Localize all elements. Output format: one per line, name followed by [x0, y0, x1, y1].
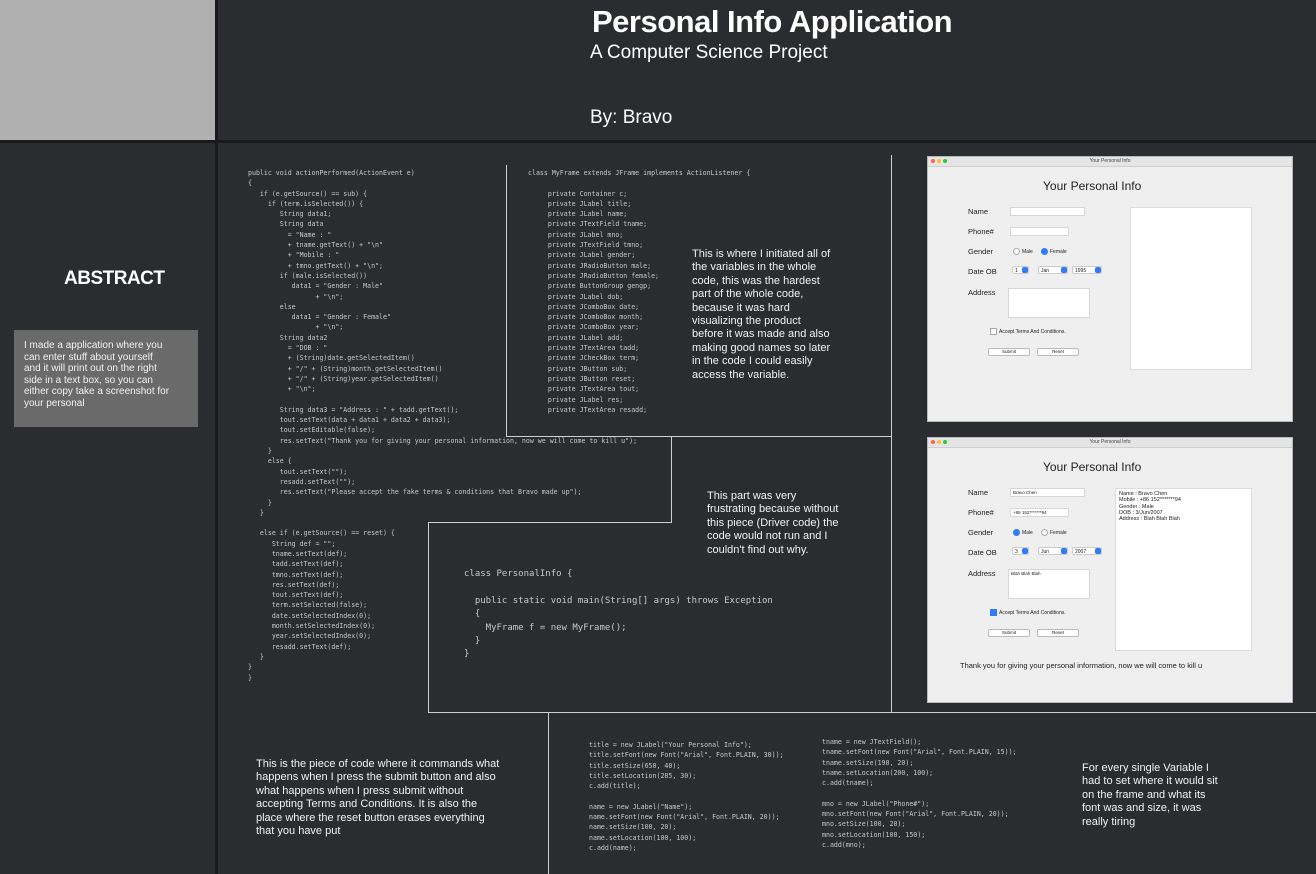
name-label: Name	[968, 488, 989, 497]
driver-box-bottom	[428, 712, 1316, 713]
abstract-heading: ABSTRACT	[64, 268, 165, 289]
year-select[interactable]: 1995	[1072, 266, 1102, 274]
output-textarea	[1130, 207, 1252, 370]
minimize-icon[interactable]	[937, 440, 941, 444]
dob-label: Date OB	[968, 548, 997, 557]
author-label: By: Bravo	[590, 107, 673, 128]
page-title: Personal Info Application	[592, 4, 953, 39]
address-label: Address	[968, 288, 996, 297]
radio-selected-icon	[1013, 529, 1020, 536]
divider-horizontal	[0, 140, 1316, 143]
code-setup-right: tname = new JTextField(); tname.setFont(…	[822, 738, 1017, 849]
note-action: This is the piece of code where it comma…	[256, 758, 500, 838]
window-title: Your Personal Info	[1089, 439, 1131, 445]
setup-box-left	[548, 712, 549, 874]
fields-box-right	[891, 155, 892, 437]
gender-label: Gender	[968, 247, 994, 256]
male-radio[interactable]: Male	[1013, 248, 1033, 255]
abstract-text: I made a application where you can enter…	[24, 340, 170, 409]
submit-button[interactable]: Submit	[988, 629, 1030, 637]
reset-button[interactable]: Reset	[1037, 348, 1079, 356]
chevron-down-icon	[1022, 267, 1028, 273]
reset-button[interactable]: Reset	[1037, 629, 1079, 637]
day-select[interactable]: 3	[1012, 547, 1029, 555]
driver-box-left	[428, 522, 429, 713]
dob-label: Date OB	[968, 267, 997, 276]
divider-vertical	[215, 0, 218, 874]
form-heading: Your Personal Info	[1043, 179, 1142, 193]
window-titlebar: Your Personal Info	[928, 157, 1292, 167]
window-title: Your Personal Info	[1089, 158, 1131, 164]
phone-input[interactable]	[1010, 227, 1069, 236]
address-input[interactable]: Blah Blah Blah	[1008, 569, 1090, 599]
phone-label: Phone#	[968, 227, 994, 236]
note-setup: For every single Variable I had to set w…	[1082, 762, 1218, 828]
chevron-down-icon	[1061, 267, 1067, 273]
chevron-down-icon	[1095, 548, 1101, 554]
result-message: Thank you for giving your personal infor…	[960, 661, 1203, 670]
note-fields: This is where I initiated all of the var…	[692, 248, 831, 381]
driver-box-step	[671, 437, 672, 523]
checkbox-checked-icon	[990, 609, 997, 616]
app-window-filled: Your Personal Info Your Personal Info Na…	[927, 437, 1293, 703]
radio-icon	[1041, 529, 1048, 536]
driver-box-right	[891, 437, 892, 713]
year-select[interactable]: 2007	[1072, 547, 1102, 555]
maximize-icon[interactable]	[943, 159, 947, 163]
submit-button[interactable]: Submit	[988, 348, 1030, 356]
checkbox-icon	[990, 328, 997, 335]
day-select[interactable]: 1	[1012, 266, 1029, 274]
maximize-icon[interactable]	[943, 440, 947, 444]
phone-label: Phone#	[968, 508, 994, 517]
female-radio[interactable]: Female	[1041, 248, 1067, 255]
address-input[interactable]	[1008, 288, 1090, 318]
name-label: Name	[968, 207, 989, 216]
female-radio[interactable]: Female	[1041, 529, 1067, 536]
minimize-icon[interactable]	[937, 159, 941, 163]
gender-label: Gender	[968, 528, 994, 537]
month-select[interactable]: Jan	[1038, 266, 1068, 274]
address-label: Address	[968, 569, 996, 578]
code-driver: class PersonalInfo { public static void …	[464, 569, 773, 660]
name-input[interactable]	[1010, 207, 1085, 216]
radio-icon	[1013, 248, 1020, 255]
chevron-down-icon	[1061, 548, 1067, 554]
abstract-box: I made a application where you can enter…	[14, 330, 198, 427]
app-window-empty: Your Personal Info Your Personal Info Na…	[927, 156, 1293, 422]
fields-box-left	[506, 165, 507, 436]
close-icon[interactable]	[931, 440, 935, 444]
note-driver: This part was very frustrating because w…	[707, 490, 839, 556]
name-input[interactable]: Bravo Chen	[1010, 488, 1085, 497]
driver-box-top	[428, 522, 672, 523]
terms-checkbox[interactable]: Accept Terms And Conditions.	[990, 609, 1066, 616]
sidebar-top-block	[0, 0, 215, 140]
terms-checkbox[interactable]: Accept Terms And Conditions.	[990, 328, 1066, 335]
chevron-down-icon	[1022, 548, 1028, 554]
fields-box-bottom	[506, 436, 892, 437]
chevron-down-icon	[1095, 267, 1101, 273]
output-textarea: Name : Bravo Chen Mobile : +86 152******…	[1115, 488, 1252, 651]
window-titlebar: Your Personal Info	[928, 438, 1292, 448]
month-select[interactable]: Jun	[1038, 547, 1068, 555]
male-radio[interactable]: Male	[1013, 529, 1033, 536]
code-setup-left: title = new JLabel("Your Personal Info")…	[589, 741, 784, 852]
page-subtitle: A Computer Science Project	[590, 42, 828, 63]
radio-selected-icon	[1041, 248, 1048, 255]
close-icon[interactable]	[931, 159, 935, 163]
phone-input[interactable]: +86 152*******94	[1010, 508, 1069, 517]
form-heading: Your Personal Info	[1043, 460, 1142, 474]
